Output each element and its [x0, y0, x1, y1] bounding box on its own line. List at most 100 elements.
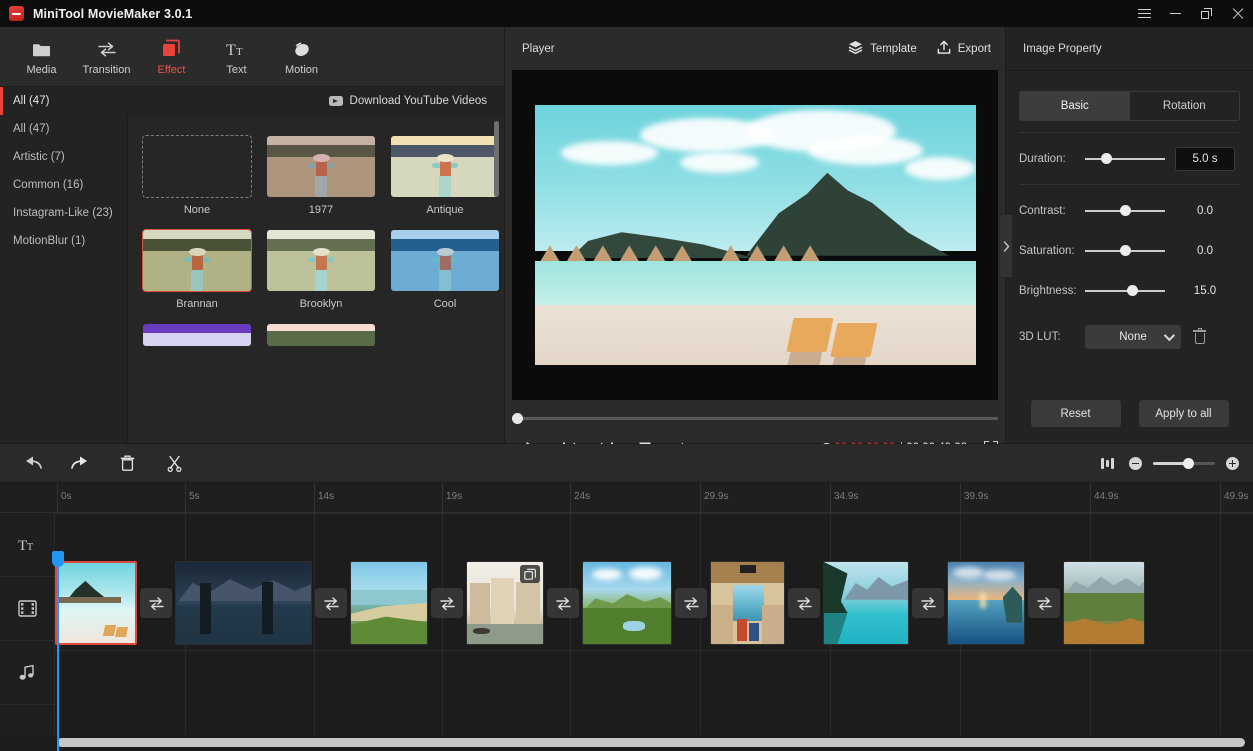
- duration-value[interactable]: 5.0 s: [1175, 147, 1235, 171]
- clip-green-valley[interactable]: [582, 561, 672, 645]
- effect-item-cool[interactable]: Cool: [390, 229, 500, 310]
- transition-arrows-icon: [97, 38, 117, 58]
- duration-slider[interactable]: [1085, 158, 1165, 160]
- clip-mountain-lake[interactable]: [175, 561, 312, 645]
- menu-button[interactable]: [1129, 0, 1160, 27]
- apply-to-all-button[interactable]: Apply to all: [1139, 400, 1229, 427]
- brightness-thumb[interactable]: [1127, 285, 1138, 296]
- track-headers: TT: [0, 513, 55, 751]
- clip-sunset-overwater[interactable]: [947, 561, 1025, 645]
- duration-thumb[interactable]: [1101, 153, 1112, 164]
- effect-item-row4a[interactable]: [142, 323, 252, 347]
- clip-turquoise-lake[interactable]: [823, 561, 909, 645]
- seek-thumb[interactable]: [512, 413, 523, 424]
- category-item-motionblur[interactable]: MotionBlur (1): [0, 227, 127, 255]
- scrollbar-thumb[interactable]: [57, 738, 1245, 747]
- transition-arrows-icon: [1036, 596, 1053, 611]
- category-item-artistic[interactable]: Artistic (7): [0, 143, 127, 171]
- effect-item-row4b[interactable]: [266, 323, 376, 347]
- brightness-slider[interactable]: [1085, 290, 1165, 292]
- ribbon-tab-motion[interactable]: Motion: [269, 28, 334, 86]
- delete-button[interactable]: [116, 452, 138, 474]
- ribbon-tab-media[interactable]: Media: [9, 28, 74, 86]
- player-stage[interactable]: [512, 70, 998, 400]
- transition-button[interactable]: [140, 588, 172, 618]
- transition-arrows-icon: [683, 596, 700, 611]
- track-header-text[interactable]: TT: [0, 513, 54, 577]
- clip-beach-bora-bora[interactable]: [55, 561, 137, 645]
- ribbon-toolbar: Media Transition Effect TT Text: [0, 27, 504, 87]
- timeline-ruler[interactable]: 0s 5s 14s 19s 24s 29.9s 34.9s 39.9s 44.9…: [0, 483, 1253, 513]
- split-button[interactable]: [163, 452, 185, 474]
- clip-van-ocean-view[interactable]: [710, 561, 785, 645]
- ribbon-tab-transition[interactable]: Transition: [74, 28, 139, 86]
- lut-dropdown[interactable]: None: [1085, 325, 1181, 349]
- transition-slot[interactable]: [312, 561, 350, 645]
- transition-button[interactable]: [315, 588, 347, 618]
- zoom-in-button[interactable]: [1226, 457, 1239, 470]
- player-seekbar[interactable]: [512, 410, 998, 426]
- fit-to-window-button[interactable]: [1096, 452, 1118, 474]
- tab-rotation[interactable]: Rotation: [1130, 92, 1240, 120]
- transition-button[interactable]: [788, 588, 820, 618]
- effect-item-1977[interactable]: 1977: [266, 135, 376, 216]
- effect-item-brooklyn[interactable]: Brooklyn: [266, 229, 376, 310]
- transition-slot[interactable]: [428, 561, 466, 645]
- panel-collapse-button[interactable]: [1000, 215, 1012, 277]
- effect-item-none[interactable]: None: [142, 135, 252, 216]
- track-header-video[interactable]: [0, 577, 54, 641]
- undo-button[interactable]: [22, 452, 44, 474]
- effects-scrollbar[interactable]: [494, 121, 499, 197]
- transition-button[interactable]: [675, 588, 707, 618]
- playhead-handle[interactable]: [52, 551, 64, 567]
- effect-item-antique[interactable]: Antique: [390, 135, 500, 216]
- transition-slot[interactable]: [909, 561, 947, 645]
- export-button[interactable]: Export: [937, 40, 991, 58]
- delete-lut-button[interactable]: [1193, 330, 1206, 344]
- title-bar: MiniTool MovieMaker 3.0.1: [0, 0, 1253, 27]
- transition-button[interactable]: [547, 588, 579, 618]
- transition-slot[interactable]: [785, 561, 823, 645]
- effect-thumbnail: [266, 229, 376, 292]
- download-youtube-videos-button[interactable]: Download YouTube Videos: [329, 95, 487, 107]
- property-buttons: Reset Apply to all: [1006, 400, 1253, 427]
- contrast-slider[interactable]: [1085, 210, 1165, 212]
- transition-slot[interactable]: [137, 561, 175, 645]
- transition-slot[interactable]: [1025, 561, 1063, 645]
- transition-button[interactable]: [1028, 588, 1060, 618]
- zoom-out-button[interactable]: [1129, 457, 1142, 470]
- clip-venice-canal[interactable]: [466, 561, 544, 645]
- timeline-playhead[interactable]: [57, 552, 59, 751]
- reset-button[interactable]: Reset: [1031, 400, 1121, 427]
- effects-grid-area[interactable]: None 1977 Antique: [128, 115, 504, 443]
- seek-track[interactable]: [512, 417, 998, 420]
- track-header-audio[interactable]: [0, 641, 54, 705]
- close-button[interactable]: [1222, 0, 1253, 27]
- category-item-all[interactable]: All (47): [0, 115, 127, 143]
- svg-text:T: T: [236, 46, 243, 58]
- saturation-slider[interactable]: [1085, 250, 1165, 252]
- effect-item-brannan[interactable]: Brannan: [142, 229, 252, 310]
- category-item-common[interactable]: Common (16): [0, 171, 127, 199]
- transition-slot[interactable]: [672, 561, 710, 645]
- clip-autumn-mountains[interactable]: [1063, 561, 1145, 645]
- tab-basic[interactable]: Basic: [1020, 92, 1130, 120]
- transition-button[interactable]: [431, 588, 463, 618]
- saturation-thumb[interactable]: [1120, 245, 1131, 256]
- transition-slot[interactable]: [544, 561, 582, 645]
- ribbon-tab-effect[interactable]: Effect: [139, 28, 204, 86]
- zoom-slider[interactable]: [1153, 462, 1215, 465]
- timeline-horizontal-scrollbar[interactable]: [0, 735, 1253, 751]
- template-button[interactable]: Template: [848, 40, 917, 57]
- maximize-button[interactable]: [1191, 0, 1222, 27]
- redo-button[interactable]: [69, 452, 91, 474]
- contrast-thumb[interactable]: [1120, 205, 1131, 216]
- effect-thumbnail: [390, 135, 500, 198]
- minimize-button[interactable]: [1160, 0, 1191, 27]
- transition-arrows-icon: [439, 596, 456, 611]
- zoom-thumb[interactable]: [1183, 458, 1194, 469]
- transition-button[interactable]: [912, 588, 944, 618]
- clip-coastline[interactable]: [350, 561, 428, 645]
- ribbon-tab-text[interactable]: TT Text: [204, 28, 269, 86]
- category-item-instagram-like[interactable]: Instagram-Like (23): [0, 199, 127, 227]
